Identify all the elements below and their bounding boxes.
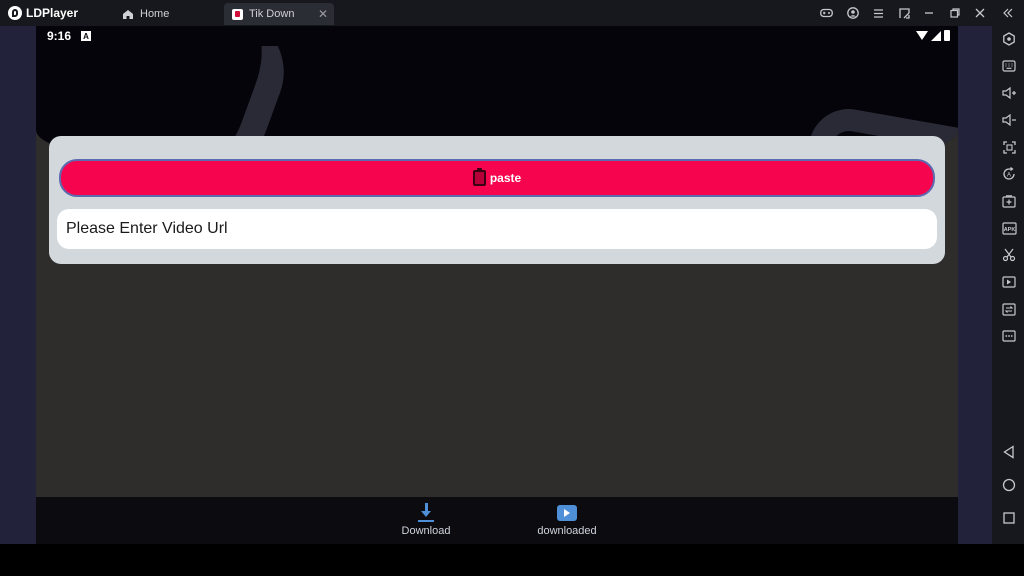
title-bar: LDPlayer Home Tik Down ✕ xyxy=(0,0,1024,26)
recents-icon[interactable] xyxy=(1000,509,1018,527)
keyboard-icon[interactable] xyxy=(1000,57,1018,75)
rotate-icon[interactable]: A xyxy=(1000,165,1018,183)
home-circle-icon[interactable] xyxy=(1000,476,1018,494)
clipboard-icon xyxy=(472,168,486,186)
wifi-icon xyxy=(916,31,928,40)
gamepad-icon[interactable] xyxy=(816,4,836,22)
ldplayer-logo-icon xyxy=(8,6,22,20)
system-icons xyxy=(916,30,950,41)
scissors-icon[interactable] xyxy=(1000,246,1018,264)
download-icon xyxy=(416,502,436,524)
video-icon[interactable] xyxy=(1000,273,1018,291)
battery-icon xyxy=(944,30,950,41)
nav-downloaded[interactable]: downloaded xyxy=(534,502,600,537)
paste-button[interactable]: paste xyxy=(59,159,935,197)
volume-up-icon[interactable] xyxy=(1000,84,1018,102)
svg-text:APK: APK xyxy=(1003,227,1015,233)
nav-downloaded-label: downloaded xyxy=(537,525,597,537)
home-icon xyxy=(123,9,133,19)
add-screen-icon[interactable] xyxy=(1000,192,1018,210)
signal-icon xyxy=(931,30,941,41)
maximize-icon[interactable] xyxy=(945,4,965,22)
user-icon[interactable] xyxy=(843,4,863,22)
notification-icon: A xyxy=(81,31,91,41)
apk-icon[interactable]: APK xyxy=(1000,219,1018,237)
status-bar: 9:16 A xyxy=(36,26,958,46)
paste-button-label: paste xyxy=(489,171,522,185)
ldplayer-window: LDPlayer Home Tik Down ✕ A APK 9:16 A pa… xyxy=(0,0,1024,576)
volume-down-icon[interactable] xyxy=(1000,111,1018,129)
android-screen: 9:16 A paste Download xyxy=(36,26,958,544)
more-icon[interactable] xyxy=(1000,327,1018,345)
svg-text:A: A xyxy=(1007,173,1011,179)
collapse-sidebar-icon[interactable] xyxy=(998,4,1018,22)
nav-download-label: Download xyxy=(401,525,451,537)
app-name: LDPlayer xyxy=(26,6,79,20)
tab-tik-down-label: Tik Down xyxy=(249,8,295,20)
screenshot-icon[interactable] xyxy=(1000,138,1018,156)
tab-home-label: Home xyxy=(140,8,170,20)
menu-icon[interactable] xyxy=(868,4,888,22)
bottom-navigation: Download downloaded xyxy=(36,497,958,544)
tab-tik-down[interactable]: Tik Down ✕ xyxy=(224,3,334,25)
back-icon[interactable] xyxy=(1000,443,1018,461)
sync-icon[interactable] xyxy=(1000,300,1018,318)
video-url-input[interactable] xyxy=(57,209,937,249)
left-border xyxy=(0,26,36,544)
status-time: 9:16 xyxy=(47,29,72,43)
input-card: paste xyxy=(49,136,945,264)
settings-icon[interactable] xyxy=(1000,30,1018,48)
close-icon[interactable] xyxy=(970,4,990,22)
minimize-icon[interactable] xyxy=(919,4,939,22)
restore-layout-icon[interactable] xyxy=(894,4,914,22)
tab-home[interactable]: Home xyxy=(116,3,216,25)
nav-download[interactable]: Download xyxy=(400,502,452,537)
tik-down-app-icon xyxy=(232,8,243,20)
tab-close-icon[interactable]: ✕ xyxy=(318,7,328,21)
app-logo: LDPlayer xyxy=(8,5,78,21)
downloaded-folder-icon xyxy=(557,505,577,521)
